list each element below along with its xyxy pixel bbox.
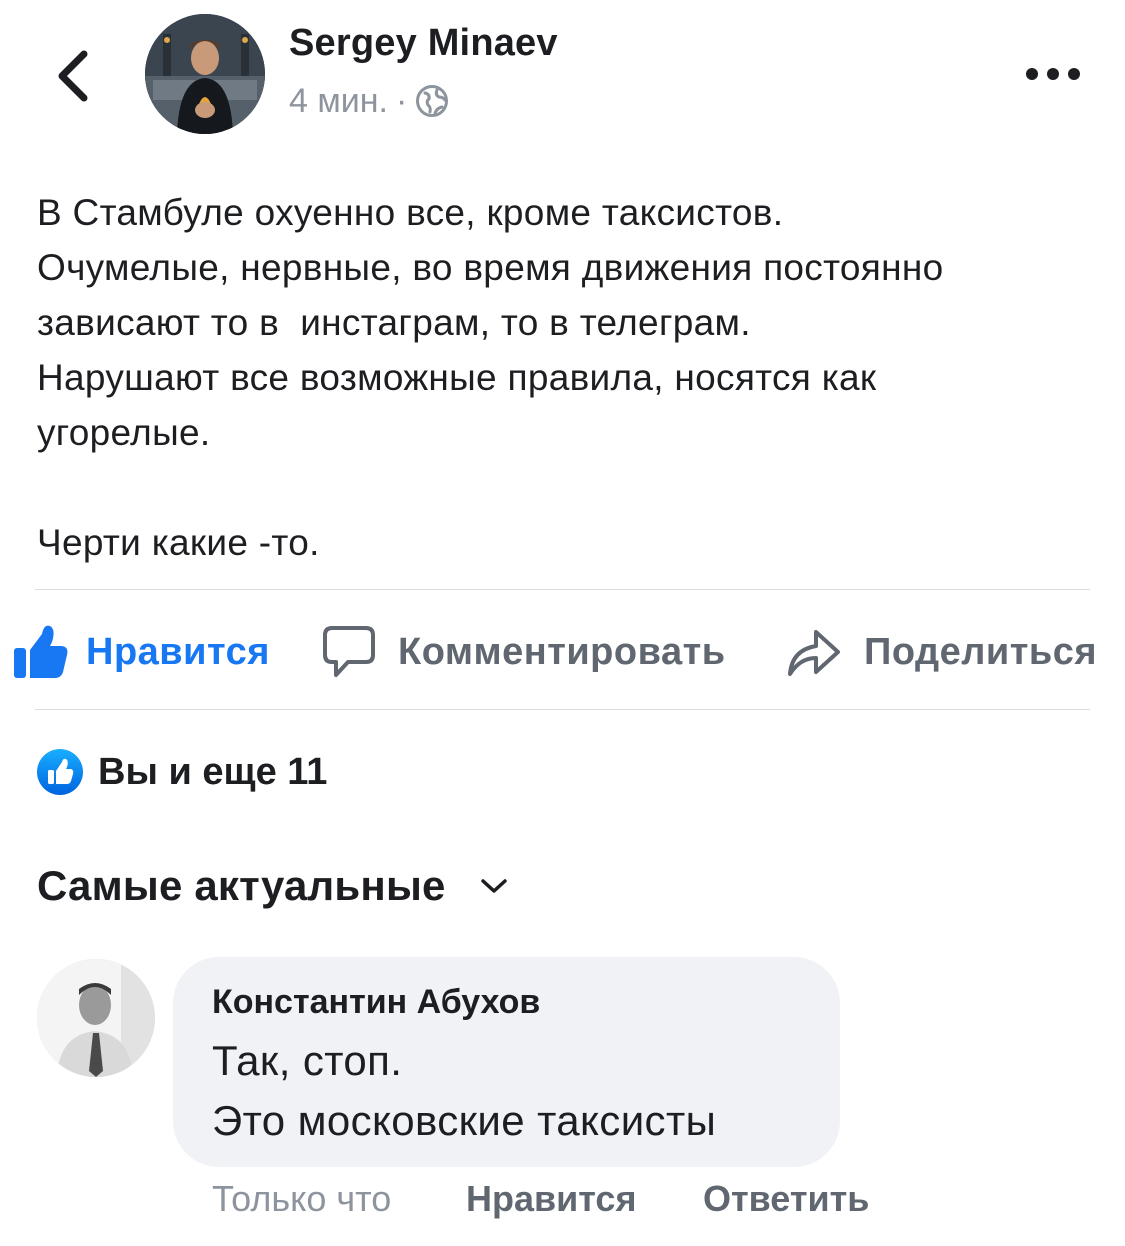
reactions-summary[interactable]: Вы и еще 11 xyxy=(36,746,327,798)
post-text-line: зависают то в инстаграм, то в телеграм. xyxy=(37,302,751,343)
more-dots-icon xyxy=(1026,68,1080,80)
more-options-button[interactable] xyxy=(1024,60,1082,88)
author-avatar[interactable] xyxy=(145,14,265,134)
comment-time: Только что xyxy=(212,1178,392,1219)
chevron-left-icon xyxy=(58,50,88,102)
post-text-line: В Стамбуле охуенно все, кроме таксистов. xyxy=(37,192,784,233)
comments-sort-dropdown[interactable]: Самые актуальные xyxy=(37,858,508,914)
post-text-line: Черти какие -то. xyxy=(37,522,320,563)
share-arrow-icon xyxy=(788,630,840,676)
share-button[interactable]: Поделиться xyxy=(786,622,1097,682)
comment-button[interactable]: Комментировать xyxy=(322,622,726,682)
sort-label: Самые актуальные xyxy=(37,862,446,909)
comment-text-line: Это московские таксисты xyxy=(212,1097,717,1144)
post-text-line: угорелые. xyxy=(37,412,211,453)
chevron-down-icon xyxy=(480,879,507,893)
post-text-line: Нарушают все возможные правила, носятся … xyxy=(37,357,877,398)
globe-icon[interactable] xyxy=(415,84,449,118)
back-button[interactable] xyxy=(50,48,94,104)
reactions-label: Вы и еще 11 xyxy=(98,750,328,793)
commenter-name[interactable]: Константин Абухов xyxy=(212,983,540,1022)
commenter-avatar[interactable] xyxy=(37,959,155,1077)
comment-label: Комментировать xyxy=(398,630,726,673)
like-button[interactable]: Нравится xyxy=(12,622,270,682)
comment-text-line: Так, стоп. xyxy=(212,1037,403,1084)
post-text: В Стамбуле охуенно все, кроме таксистов.… xyxy=(37,185,1107,570)
comment-bubble-icon xyxy=(323,626,375,677)
comment-bubble: Константин Абухов Так, стоп. Это московс… xyxy=(173,957,840,1167)
post-time[interactable]: 4 мин. xyxy=(289,82,388,121)
meta-separator: · xyxy=(395,81,408,120)
comment-reply-button[interactable]: Ответить xyxy=(703,1176,869,1222)
share-label: Поделиться xyxy=(864,630,1098,673)
thumbs-up-icon xyxy=(14,625,68,678)
post-text-line: Очумелые, нервные, во время движения пос… xyxy=(37,247,944,288)
like-badge-icon xyxy=(37,749,83,795)
like-label: Нравится xyxy=(86,630,270,673)
post-meta: 4 мин. · xyxy=(289,80,449,122)
post-screen: Sergey Minaev 4 мин. · В Стамбуле охуенн… xyxy=(0,0,1125,1246)
author-name[interactable]: Sergey Minaev xyxy=(289,22,558,65)
divider-top xyxy=(35,589,1090,590)
comment-like-button[interactable]: Нравится xyxy=(466,1176,636,1222)
divider-bottom xyxy=(35,709,1090,710)
